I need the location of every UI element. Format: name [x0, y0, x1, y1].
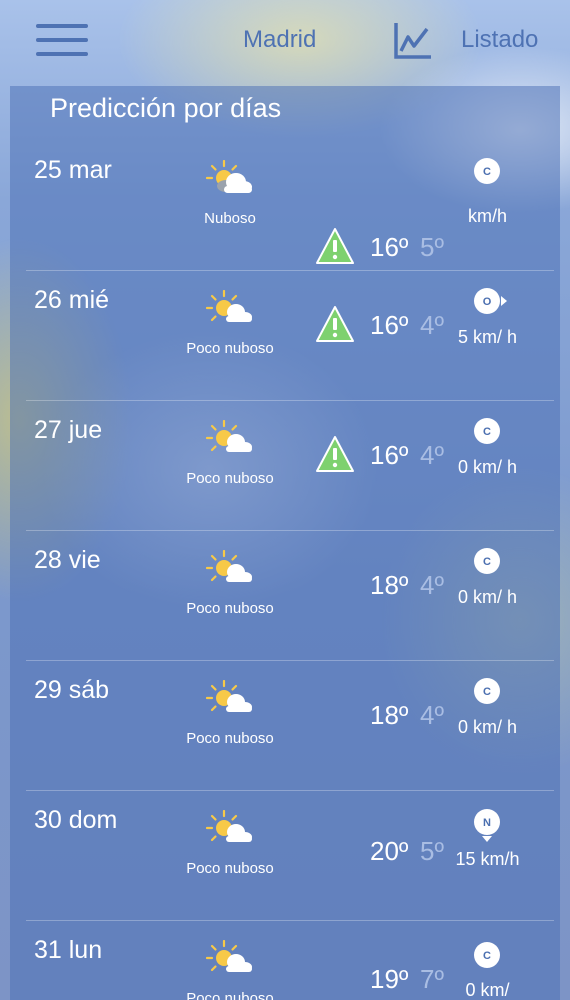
list-view-link[interactable]: Listado	[461, 26, 538, 54]
wind-calm-icon: C	[474, 942, 500, 968]
forecast-date: 27 jue	[34, 416, 103, 444]
forecast-row[interactable]: 30 dom Poco nuboso 20º 5º N 15 km/h	[10, 790, 560, 920]
partly-cloudy-icon	[206, 680, 252, 712]
min-temperature: 4º	[420, 440, 444, 470]
sky-state-label: Nuboso	[204, 210, 256, 227]
forecast-date: 28 vie	[34, 546, 101, 574]
forecast-date: 31 lun	[34, 936, 103, 964]
wind-speed: 0 km/ h	[457, 717, 518, 737]
forecast-row[interactable]: 29 sáb Poco nuboso 18º 4º C 0 km/ h	[10, 660, 560, 790]
wind-west-icon: O	[474, 288, 507, 314]
line-chart-icon[interactable]	[393, 20, 433, 60]
sky-state-label: Poco nuboso	[186, 600, 274, 617]
warning-triangle-icon[interactable]	[315, 227, 355, 265]
wind-direction-letter: C	[483, 556, 491, 568]
forecast-date: 26 mié	[34, 286, 110, 314]
forecast-row[interactable]: 26 mié Poco nuboso 16º 4º O 5 km/ h	[10, 270, 560, 400]
partly-cloudy-icon	[206, 940, 252, 972]
partly-cloudy-icon	[206, 420, 252, 452]
wind-calm-icon: C	[474, 418, 500, 444]
wind-speed: 5 km/ h	[457, 327, 518, 347]
wind-calm-icon: C	[474, 678, 500, 704]
wind-speed: km/h	[467, 206, 507, 226]
sky-state-label: Poco nuboso	[186, 860, 274, 877]
max-temperature: 19º	[370, 964, 409, 994]
forecast-row[interactable]: 28 vie Poco nuboso 18º 4º C 0 km/ h	[10, 530, 560, 660]
wind-direction-letter: C	[483, 426, 491, 438]
wind-direction-letter: O	[483, 296, 492, 308]
wind-direction-letter: C	[483, 166, 491, 178]
wind-calm-icon: C	[474, 548, 500, 574]
wind-north-icon: N	[474, 809, 500, 842]
wind-direction-letter: C	[483, 686, 491, 698]
sky-state-label: Poco nuboso	[186, 340, 274, 357]
partly-cloudy-icon	[206, 550, 252, 582]
wind-speed: 15 km/h	[455, 849, 520, 869]
min-temperature: 7º	[420, 964, 444, 994]
panel-title: Predicción por días	[50, 93, 282, 123]
forecast-date: 29 sáb	[34, 676, 110, 704]
wind-speed: 0 km/ h	[457, 587, 518, 607]
wind-direction-letter: N	[483, 817, 491, 829]
partly-cloudy-icon	[206, 290, 252, 322]
forecast-date: 25 mar	[34, 156, 112, 184]
max-temperature: 18º	[370, 570, 409, 600]
menu-line	[36, 52, 88, 56]
min-temperature: 4º	[420, 700, 444, 730]
min-temperature: 4º	[420, 310, 444, 340]
sky-state-label: Poco nuboso	[186, 990, 274, 1000]
forecast-date: 30 dom	[34, 806, 118, 834]
max-temperature: 16º	[370, 440, 409, 470]
daily-forecast-panel: Predicción por días 25 mar Nuboso 16º 5º…	[10, 86, 560, 1000]
city-name[interactable]: Madrid	[243, 26, 316, 54]
min-temperature: 5º	[420, 836, 444, 866]
menu-line	[36, 24, 88, 28]
cloudy-sun-icon	[206, 160, 252, 193]
sky-state-label: Poco nuboso	[186, 470, 274, 487]
menu-line	[36, 38, 88, 42]
wind-speed: 0 km/	[465, 980, 510, 1000]
wind-speed: 0 km/ h	[457, 457, 518, 477]
max-temperature: 16º	[370, 310, 409, 340]
wind-direction-letter: C	[483, 950, 491, 962]
forecast-row[interactable]: 25 mar Nuboso 16º 5º C km/h	[10, 140, 560, 270]
max-temperature: 20º	[370, 836, 409, 866]
hamburger-menu-icon[interactable]	[36, 22, 88, 58]
max-temperature: 18º	[370, 700, 409, 730]
warning-triangle-icon[interactable]	[315, 305, 355, 343]
top-bar: Madrid Listado	[0, 0, 570, 84]
max-temperature: 16º	[370, 232, 409, 262]
warning-triangle-icon[interactable]	[315, 435, 355, 473]
min-temperature: 5º	[420, 232, 444, 262]
forecast-row[interactable]: 31 lun Poco nuboso 19º 7º C 0 km/	[10, 920, 560, 1000]
wind-calm-icon: C	[474, 158, 500, 184]
sky-state-label: Poco nuboso	[186, 730, 274, 747]
forecast-row[interactable]: 27 jue Poco nuboso 16º 4º C 0 km/ h	[10, 400, 560, 530]
min-temperature: 4º	[420, 570, 444, 600]
partly-cloudy-icon	[206, 810, 252, 842]
